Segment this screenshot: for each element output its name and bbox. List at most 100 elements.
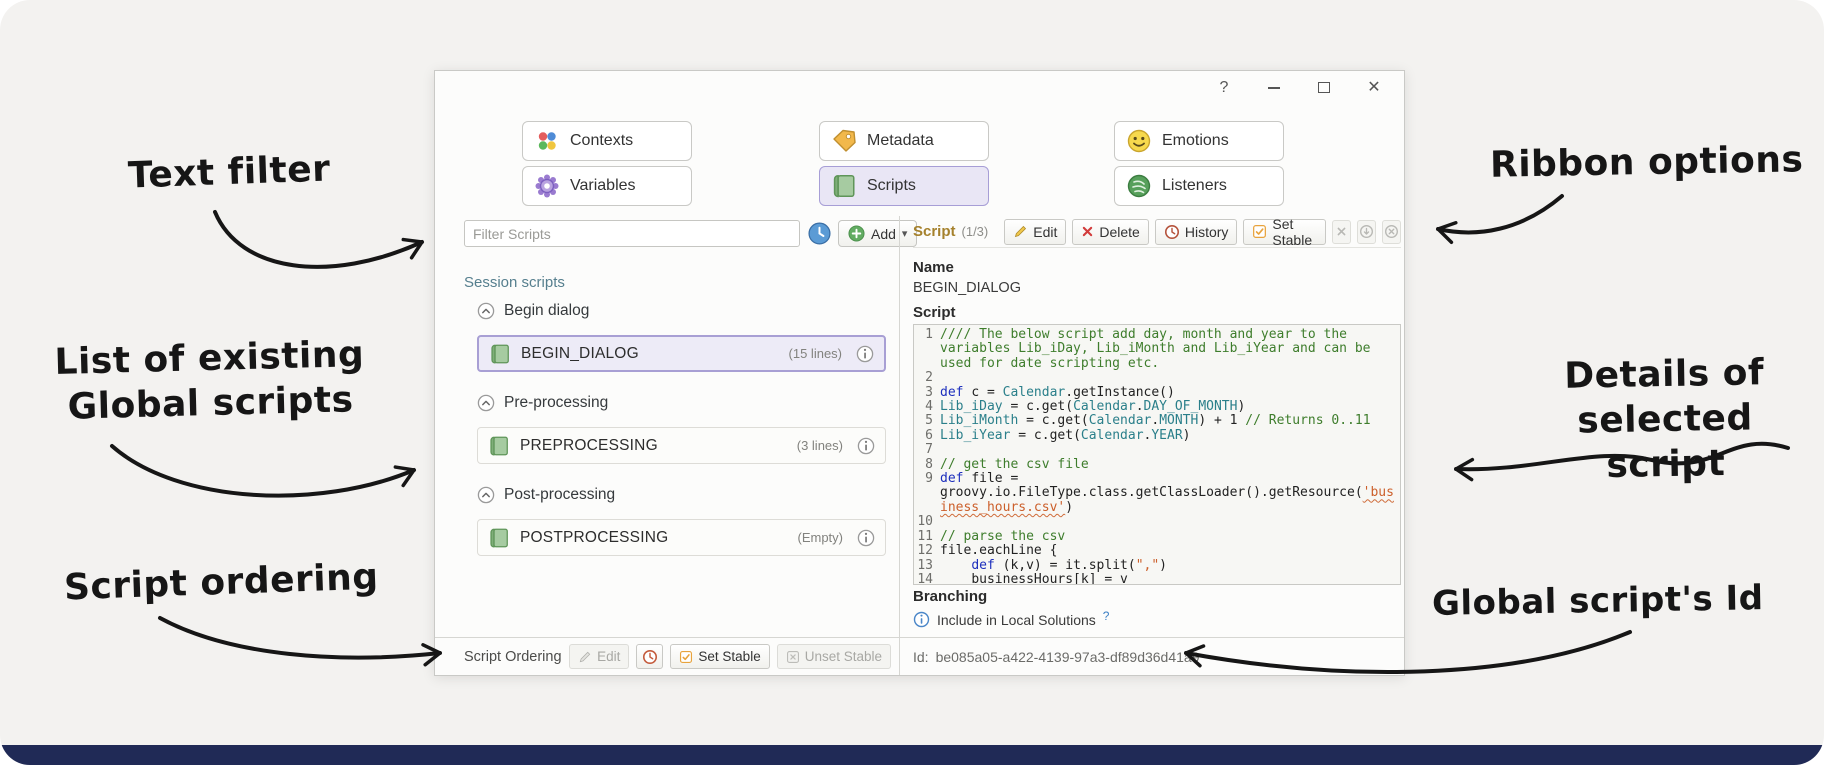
edit-button[interactable]: Edit [1004, 218, 1067, 245]
ribbon-variables-label: Variables [570, 177, 636, 194]
script-icon [488, 435, 510, 457]
history-label: History [1184, 223, 1229, 240]
info-icon[interactable] [857, 529, 875, 547]
disabled-download-button[interactable] [1357, 219, 1377, 244]
include-local-solutions-row: Include in Local Solutions ? [913, 609, 1110, 628]
ribbon-column-1: Contexts Variables [522, 121, 692, 206]
branching-label: Branching [913, 588, 988, 605]
arrow-list [110, 444, 416, 498]
script-list-item-postprocessing[interactable]: POSTPROCESSING (Empty) [477, 519, 886, 556]
panel-divider [899, 216, 900, 675]
ribbon-contexts-button[interactable]: Contexts [522, 121, 692, 161]
emotions-icon [1126, 128, 1152, 154]
id-value: be085a05-a422-4139-97a3-df89d36d41a9 [935, 648, 1200, 665]
disabled-cancel-button[interactable] [1382, 219, 1402, 244]
chevron-down-icon: ▾ [901, 228, 908, 240]
script-id-bar: Id: be085a05-a422-4139-97a3-df89d36d41a9 [913, 638, 1200, 675]
group-title: Post-processing [504, 486, 616, 503]
annotation-text-filter: Text filter [127, 148, 332, 197]
edit-label: Edit [1033, 223, 1058, 240]
code-line: 11// parse the csv [917, 528, 1066, 544]
ribbon-metadata-button[interactable]: Metadata [819, 121, 989, 161]
script-ordering-title: Script Ordering [464, 648, 562, 665]
listeners-icon [1126, 173, 1152, 199]
code-line: 9 def file = groovy.io.FileType.class.get… [925, 471, 1394, 515]
script-list-item-preprocessing[interactable]: PREPROCESSING (3 lines) [477, 427, 886, 464]
info-icon[interactable] [856, 345, 874, 363]
clock-filter-button[interactable] [807, 221, 832, 246]
name-label: Name [913, 259, 954, 276]
history-button[interactable]: History [1154, 218, 1238, 245]
arrow-text-filter [213, 210, 424, 269]
info-icon[interactable] [857, 437, 875, 455]
history-clock-icon [1164, 224, 1180, 240]
add-label: Add [871, 225, 896, 242]
ordering-edit-button[interactable]: Edit [569, 644, 630, 669]
script-list-item-begin-dialog[interactable]: BEGIN_DIALOG (15 lines) [477, 335, 886, 372]
chevron-up-circle-icon[interactable] [477, 302, 495, 320]
script-meta: (3 lines) [796, 438, 843, 453]
minimize-icon[interactable] [1264, 78, 1284, 98]
chevron-up-circle-icon[interactable] [477, 394, 495, 412]
ribbon-variables-button[interactable]: Variables [522, 166, 692, 206]
id-label: Id: [913, 648, 929, 665]
ribbon-column-2: Metadata Scripts [819, 121, 989, 206]
script-name: BEGIN_DIALOG [521, 344, 639, 362]
annotation-line: Global scripts [67, 379, 354, 428]
group-header-pre-processing[interactable]: Pre-processing [477, 394, 608, 412]
ribbon-scripts-button[interactable]: Scripts [819, 166, 989, 206]
blue-info-icon[interactable] [913, 611, 930, 628]
checkbox-icon [679, 650, 693, 664]
set-stable-button[interactable]: Set Stable [1243, 215, 1327, 248]
disabled-x-button[interactable] [1332, 219, 1352, 244]
group-title: Pre-processing [504, 394, 609, 411]
close-icon[interactable]: ✕ [1364, 78, 1384, 98]
page-canvas: ? ✕ Contexts Variables Metadata Scripts … [0, 0, 1824, 765]
ordering-unset-stable-button[interactable]: Unset Stable [776, 644, 891, 669]
checkbox-icon [1252, 224, 1267, 239]
script-icon [488, 527, 510, 549]
ribbon-emotions-button[interactable]: Emotions [1114, 121, 1284, 161]
pencil-icon [578, 650, 592, 664]
arrow-ribbon [1436, 194, 1564, 245]
bottom-accent-bar [0, 745, 1824, 765]
variables-icon [534, 173, 560, 199]
code-line: 13 def (k,v) = it.split(",") [917, 557, 1167, 573]
ordering-set-stable-button[interactable]: Set Stable [670, 644, 770, 669]
ribbon-contexts-label: Contexts [570, 132, 634, 149]
script-label: Script [913, 304, 956, 321]
scripts-icon [831, 173, 857, 199]
help-question-link[interactable]: ? [1103, 609, 1110, 623]
set-stable-label: Set Stable [1272, 215, 1313, 248]
pencil-icon [1013, 224, 1028, 239]
group-header-post-processing[interactable]: Post-processing [477, 486, 615, 504]
maximize-icon[interactable] [1314, 78, 1334, 98]
ordering-edit-label: Edit [597, 649, 621, 664]
ribbon-scripts-label: Scripts [867, 177, 916, 194]
session-scripts-title: Session scripts [464, 274, 565, 291]
code-editor[interactable]: 1//// The below script add day, month an… [913, 324, 1401, 585]
delete-button[interactable]: Delete [1072, 218, 1149, 245]
contexts-icon [534, 128, 560, 154]
arrow-ordering [158, 616, 442, 667]
plus-icon [848, 225, 865, 242]
help-icon[interactable]: ? [1214, 78, 1234, 98]
annotation-details: Details of selected script [1511, 349, 1819, 489]
annotation-global-id: Global script's Id [1431, 578, 1764, 624]
ribbon-metadata-label: Metadata [867, 132, 934, 149]
group-header-begin-dialog[interactable]: Begin dialog [477, 302, 589, 320]
script-detail-header: Script (1/3) Edit Delete History Set Sta… [913, 215, 1402, 248]
ribbon-listeners-button[interactable]: Listeners [1114, 166, 1284, 206]
annotation-ribbon-options: Ribbon options [1489, 139, 1804, 186]
script-meta: (Empty) [797, 530, 844, 545]
titlebar: ? ✕ [435, 71, 1404, 105]
add-script-button[interactable]: Add ▾ [838, 220, 918, 247]
checkbox-gray-icon [786, 650, 800, 664]
history-clock-icon [642, 649, 658, 665]
script-icon [489, 343, 511, 365]
group-title: Begin dialog [504, 302, 590, 319]
script-meta: (15 lines) [788, 346, 842, 361]
ordering-history-button[interactable] [636, 644, 664, 669]
chevron-up-circle-icon[interactable] [477, 486, 495, 504]
filter-scripts-input[interactable] [464, 220, 800, 247]
